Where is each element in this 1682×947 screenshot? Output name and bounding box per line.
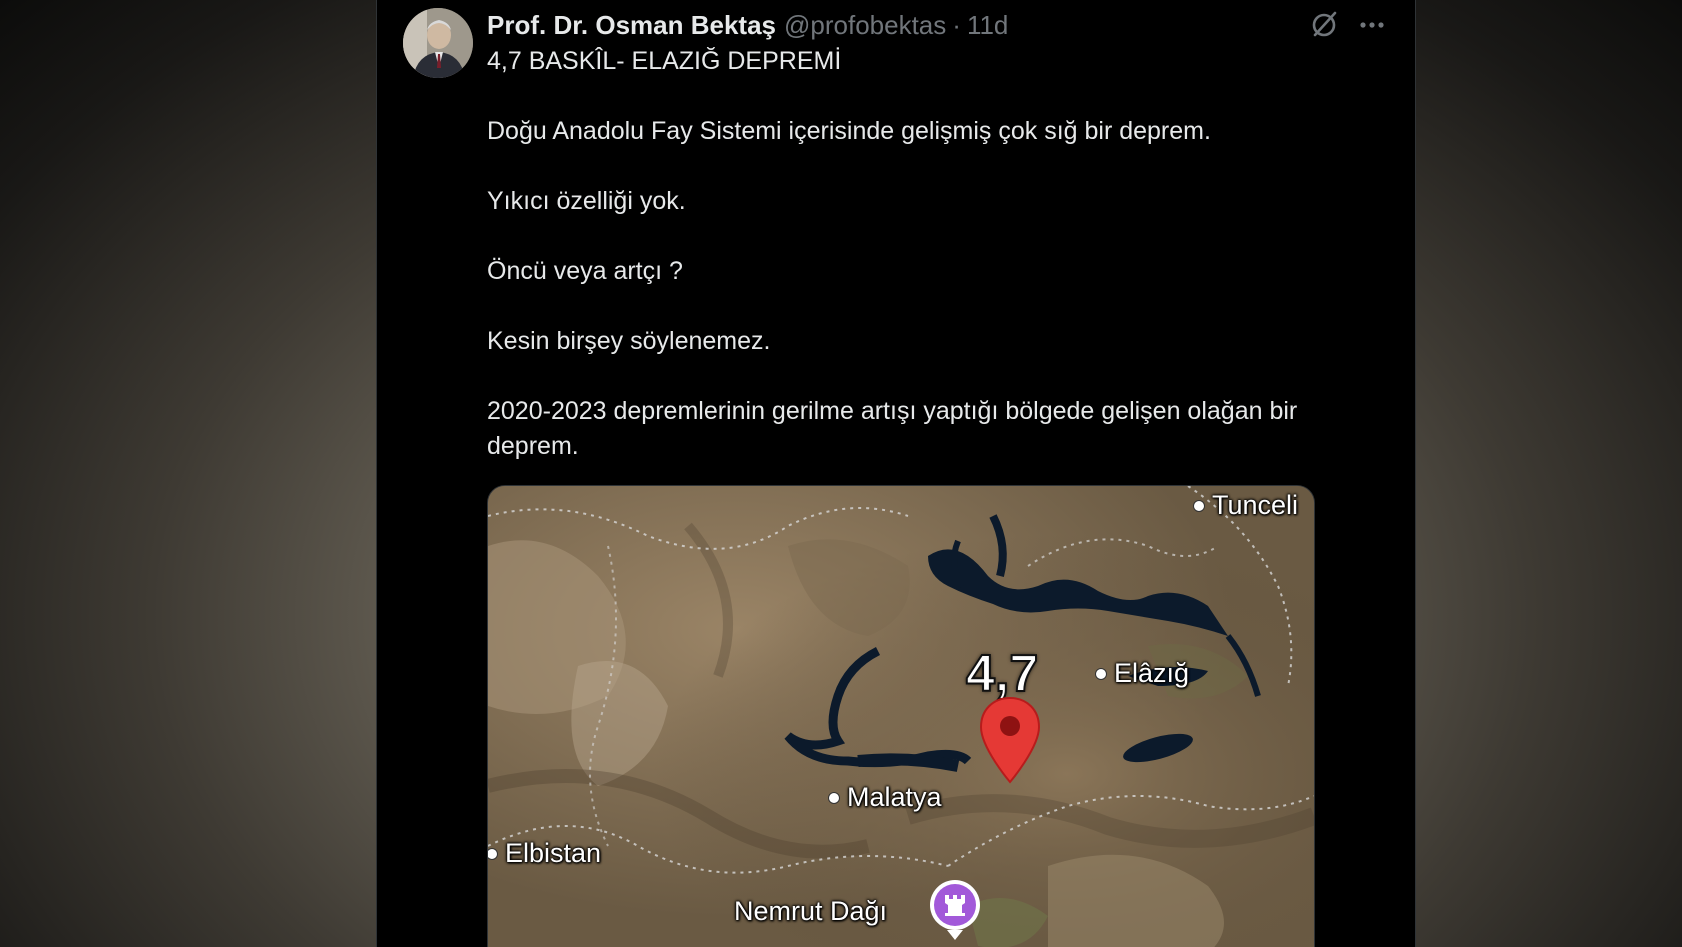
place-dot xyxy=(1193,499,1205,512)
place-label-tunceli: Tunceli xyxy=(1193,490,1298,521)
place-name: Elâzığ xyxy=(1114,658,1190,688)
magnitude-label: 4,7 xyxy=(965,644,1039,704)
place-dot xyxy=(828,791,840,804)
avatar[interactable] xyxy=(403,8,473,78)
separator-dot: · xyxy=(952,9,961,40)
tweet-card[interactable]: Prof. Dr. Osman Bektaş @profobektas · 11… xyxy=(376,0,1416,947)
place-dot xyxy=(1095,667,1107,680)
place-name: Nemrut Dağı xyxy=(734,896,888,926)
timestamp[interactable]: 11d xyxy=(967,10,1008,41)
author-handle[interactable]: @profobektas xyxy=(784,10,946,41)
place-label-elazig: Elâzığ xyxy=(1095,658,1189,689)
tweet-map-image[interactable]: Tunceli Elâzığ Malatya Elbistan Nemrut D… xyxy=(487,485,1315,947)
tweet-paragraph: Doğu Anadolu Fay Sistemi içerisinde geli… xyxy=(487,117,1211,145)
map-pin-icon xyxy=(979,696,1041,784)
place-name: Malatya xyxy=(847,782,942,812)
place-dot xyxy=(488,847,498,860)
tweet-paragraph: 2020-2023 depremlerinin gerilme artışı y… xyxy=(487,397,1298,460)
place-label-nemrut: Nemrut Dağı xyxy=(734,896,887,927)
grok-icon[interactable] xyxy=(1307,8,1341,42)
tweet-paragraph: Öncü veya artçı ? xyxy=(487,257,683,285)
tweet-paragraph: Yıkıcı özelliği yok. xyxy=(487,187,686,215)
author-name[interactable]: Prof. Dr. Osman Bektaş xyxy=(487,10,776,41)
tweet-text: 4,7 BASKÎL- ELAZIĞ DEPREMİ Doğu Anadolu … xyxy=(487,44,1367,499)
satellite-map xyxy=(488,486,1314,947)
tweet-header: Prof. Dr. Osman Bektaş @profobektas · 11… xyxy=(487,8,1008,42)
tweet-title-line: 4,7 BASKÎL- ELAZIĞ DEPREMİ xyxy=(487,47,842,75)
place-name: Tunceli xyxy=(1212,490,1299,520)
place-label-malatya: Malatya xyxy=(828,782,942,813)
tweet-paragraph: Kesin birşey söylenemez. xyxy=(487,327,771,355)
castle-poi-icon xyxy=(930,880,980,940)
place-label-elbistan: Elbistan xyxy=(488,838,602,869)
more-options-icon[interactable] xyxy=(1355,8,1389,42)
place-name: Elbistan xyxy=(505,838,602,868)
